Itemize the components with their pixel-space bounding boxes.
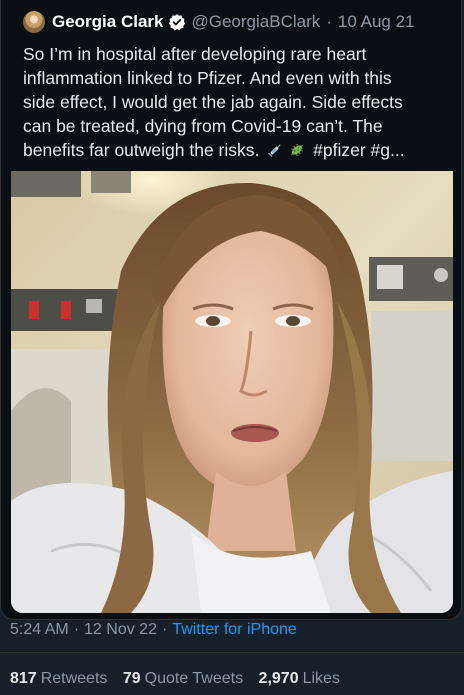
tweet-text-line: So I’m in hospital after developing rare…: [23, 44, 367, 64]
author-handle[interactable]: @GeorgiaBClark: [192, 12, 321, 32]
tweet-time[interactable]: 5:24 AM: [10, 621, 69, 638]
quoted-tweet-date[interactable]: 10 Aug 21: [338, 12, 415, 32]
likes-stat[interactable]: 2,970 Likes: [259, 670, 340, 687]
quote-tweets-label: Quote Tweets: [144, 670, 244, 687]
video-thumbnail[interactable]: [11, 171, 453, 613]
tweet-text-tail: benefits far outweigh the risks.: [23, 140, 260, 160]
tweet-text-line: can be treated, dying from Covid-19 can’…: [23, 116, 383, 136]
tweet-meta: 5:24 AM · 12 Nov 22 · Twitter for iPhone: [10, 621, 297, 641]
author-name[interactable]: Georgia Clark: [52, 12, 164, 32]
tweet-source-link[interactable]: Twitter for iPhone: [172, 621, 297, 638]
tweet-text-line: side effect, I would get the jab again. …: [23, 92, 403, 112]
verified-badge-icon: [168, 13, 186, 31]
header-separator: ·: [326, 12, 332, 31]
meta-dot: ·: [73, 621, 80, 638]
retweets-count: 817: [10, 670, 37, 687]
hashtags[interactable]: #pfizer #g...: [313, 140, 404, 160]
tweet-detail: Georgia Clark @GeorgiaBClark · 10 Aug 21…: [0, 0, 464, 695]
likes-count: 2,970: [258, 670, 299, 687]
syringe-icon: [266, 141, 284, 159]
tweet-date[interactable]: 12 Nov 22: [84, 621, 157, 638]
tweet-text-line-last: benefits far outweigh the risks. #pfizer…: [23, 138, 455, 162]
likes-label: Likes: [302, 670, 340, 687]
quoted-tweet-text: So I’m in hospital after developing rare…: [23, 42, 455, 162]
retweets-stat[interactable]: 817 Retweets: [10, 670, 107, 687]
quoted-tweet-card[interactable]: Georgia Clark @GeorgiaBClark · 10 Aug 21…: [0, 0, 462, 620]
tweet-text-line: inflammation linked to Pfizer. And even …: [23, 68, 392, 88]
microbe-icon: [288, 141, 306, 159]
quote-tweets-count: 79: [122, 670, 141, 687]
tweet-stats: 817 Retweets 79 Quote Tweets 2,970 Likes: [10, 670, 351, 688]
meta-dot: ·: [161, 621, 168, 638]
quoted-tweet-header: Georgia Clark @GeorgiaBClark · 10 Aug 21: [23, 10, 415, 34]
divider: [0, 652, 464, 653]
author-avatar[interactable]: [23, 11, 45, 33]
quote-tweets-stat[interactable]: 79 Quote Tweets: [123, 670, 243, 687]
retweets-label: Retweets: [40, 670, 108, 687]
